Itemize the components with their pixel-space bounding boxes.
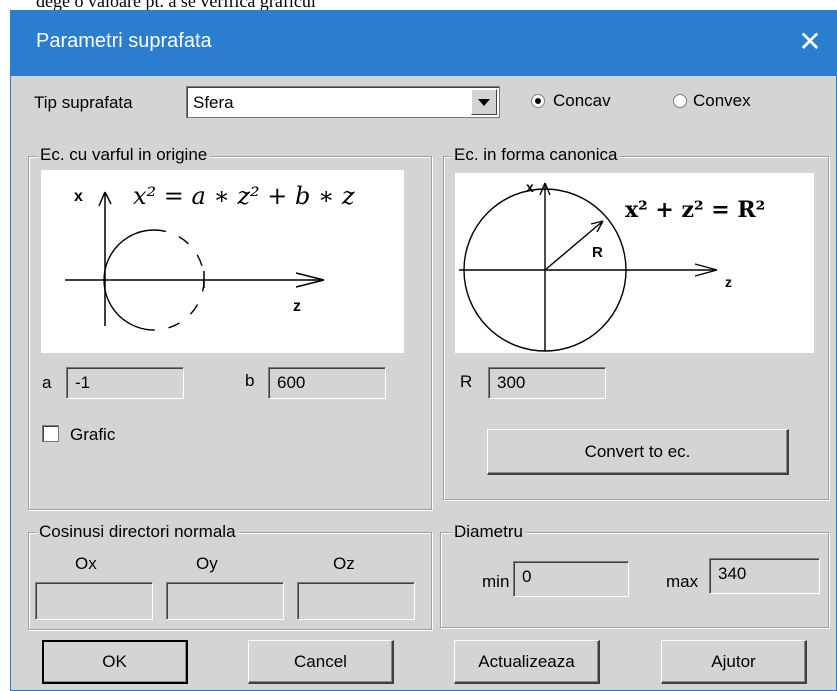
chevron-down-icon bbox=[478, 99, 490, 106]
concav-radio[interactable] bbox=[531, 94, 545, 108]
convex-label: Convex bbox=[693, 91, 751, 110]
cosines-legend: Cosinusi directori normala bbox=[36, 522, 239, 542]
a-label: a bbox=[42, 373, 52, 392]
dropdown-button[interactable] bbox=[471, 89, 497, 115]
surface-type-select[interactable]: Sfera bbox=[186, 86, 500, 118]
surface-type-value: Sfera bbox=[193, 93, 234, 112]
canonical-axis-x-label: x bbox=[526, 179, 534, 195]
origin-axis-x-label: x bbox=[74, 188, 83, 205]
canonical-axis-z-label: z bbox=[725, 274, 732, 290]
r-label: R bbox=[460, 372, 473, 391]
grafic-checkbox[interactable] bbox=[42, 425, 59, 442]
ok-button[interactable]: OK bbox=[42, 640, 188, 684]
ox-field[interactable] bbox=[35, 582, 153, 620]
oz-field[interactable] bbox=[297, 582, 415, 620]
radius-mark: R bbox=[592, 244, 603, 261]
origin-formula: x² = a ∗ z² + b ∗ z bbox=[133, 182, 355, 210]
max-label: max bbox=[666, 572, 699, 591]
close-icon: ✕ bbox=[798, 26, 822, 57]
radio-selected-dot bbox=[535, 98, 541, 104]
help-button[interactable]: Ajutor bbox=[661, 640, 807, 684]
update-button[interactable]: Actualizeaza bbox=[454, 640, 600, 684]
convert-button[interactable]: Convert to ec. bbox=[487, 429, 789, 475]
min-field[interactable]: 0 bbox=[513, 561, 629, 597]
diameter-legend: Diametru bbox=[451, 522, 526, 542]
max-field[interactable]: 340 bbox=[709, 558, 820, 594]
min-label: min bbox=[482, 572, 510, 591]
a-field[interactable]: -1 bbox=[66, 367, 184, 399]
convex-radio[interactable] bbox=[673, 94, 687, 108]
origin-equation-legend: Ec. cu varful in origine bbox=[37, 145, 211, 165]
window-title: Parametri suprafata bbox=[36, 30, 212, 52]
grafic-label: Grafic bbox=[70, 425, 116, 444]
close-button[interactable]: ✕ bbox=[790, 22, 830, 62]
b-field[interactable]: 600 bbox=[268, 367, 386, 399]
canonical-equation-legend: Ec. in forma canonica bbox=[451, 145, 621, 165]
oy-field[interactable] bbox=[166, 582, 284, 620]
concav-label: Concav bbox=[553, 91, 611, 110]
surface-type-label: Tip suprafata bbox=[34, 93, 133, 112]
r-field[interactable]: 300 bbox=[488, 367, 606, 399]
b-label: b bbox=[245, 371, 255, 390]
origin-graph-panel: x z x² = a ∗ z² + b ∗ z bbox=[41, 170, 404, 353]
canonical-formula: x² + z² = R² bbox=[625, 197, 766, 223]
oz-label: Oz bbox=[333, 554, 355, 573]
origin-axis-z-label: z bbox=[293, 298, 301, 315]
cancel-button[interactable]: Cancel bbox=[248, 640, 394, 684]
oy-label: Oy bbox=[196, 554, 218, 573]
ox-label: Ox bbox=[75, 554, 97, 573]
canonical-graph-panel: x z R x² + z² = R² bbox=[455, 173, 814, 353]
background-caption: dege o valoare pt. a se verifica graficu… bbox=[0, 0, 837, 10]
